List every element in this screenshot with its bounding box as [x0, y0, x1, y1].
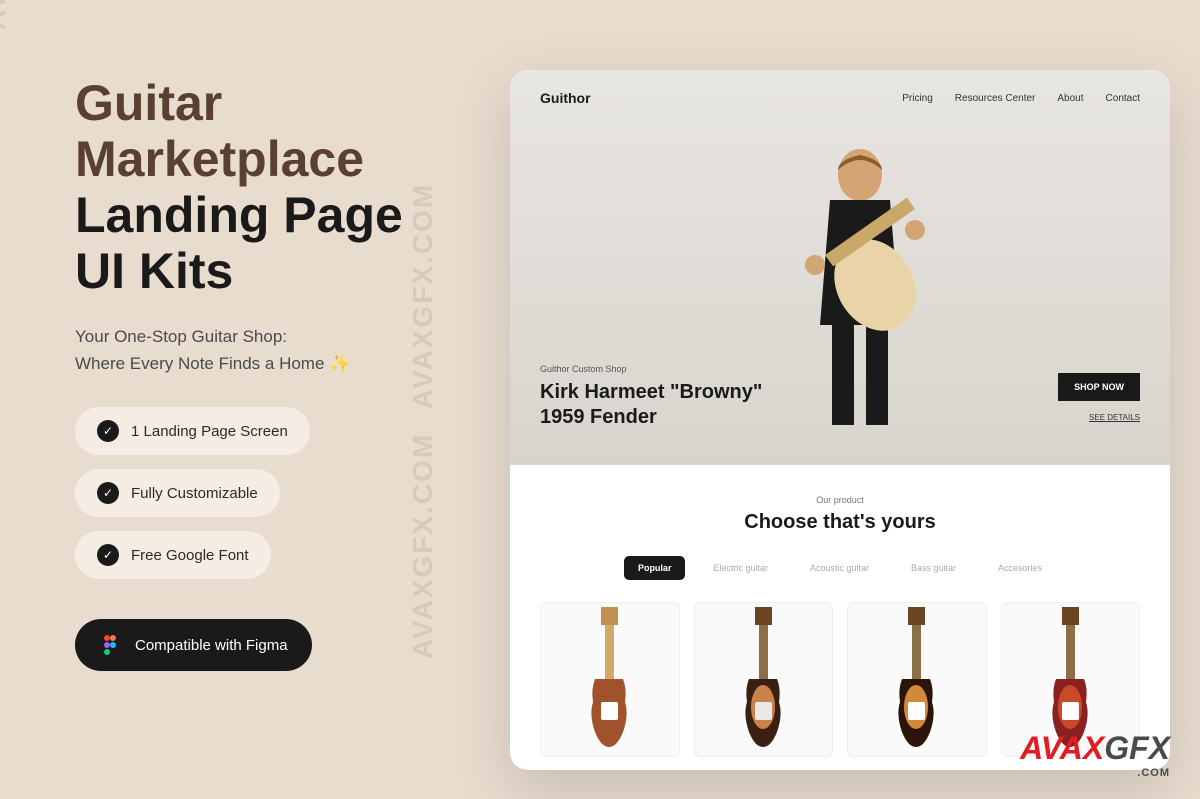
tab-accessories[interactable]: Accesories: [984, 556, 1056, 580]
check-icon: ✓: [97, 482, 119, 504]
nav-link-resources[interactable]: Resources Center: [955, 93, 1036, 104]
hero-cta: SHOP NOW SEE DETAILS: [1058, 373, 1140, 425]
nav-link-contact[interactable]: Contact: [1106, 93, 1140, 104]
hero-section: Guithor Pricing Resources Center About C…: [510, 70, 1170, 465]
main-title: Guitar Marketplace Landing Page UI Kits: [75, 75, 455, 299]
logo[interactable]: Guithor: [540, 90, 591, 106]
feature-pill: ✓ Free Google Font: [75, 531, 271, 579]
template-preview: Guithor Pricing Resources Center About C…: [510, 70, 1170, 770]
feature-label: Free Google Font: [131, 547, 249, 564]
title-word-2: Marketplace: [75, 131, 364, 187]
see-details-link[interactable]: SEE DETAILS: [1089, 413, 1140, 422]
brand-watermark: AVAXGFX .COM: [1020, 730, 1170, 779]
figma-badge: Compatible with Figma: [75, 619, 312, 671]
feature-label: Fully Customizable: [131, 485, 258, 502]
guitar-icon: [587, 607, 632, 752]
hero-text: Guithor Custom Shop Kirk Harmeet "Browny…: [540, 364, 762, 430]
check-icon: ✓: [97, 420, 119, 442]
promo-panel: Guitar Marketplace Landing Page UI Kits …: [75, 75, 455, 671]
title-word-3: Landing Page: [75, 187, 403, 243]
feature-pill: ✓ 1 Landing Page Screen: [75, 407, 310, 455]
nav-bar: Guithor Pricing Resources Center About C…: [510, 90, 1170, 106]
tab-electric[interactable]: Electric guitar: [699, 556, 782, 580]
figma-icon: [99, 633, 123, 657]
watermark: AVAXGFX.COM: [0, 0, 12, 30]
hero-title: Kirk Harmeet "Browny" 1959 Fender: [540, 380, 762, 430]
products-eyebrow: Our product: [540, 495, 1140, 505]
hero-person-image: [760, 125, 960, 425]
product-tabs: Popular Electric guitar Acoustic guitar …: [540, 556, 1140, 580]
guitar-icon: [741, 607, 786, 752]
nav-link-pricing[interactable]: Pricing: [902, 93, 933, 104]
nav-link-about[interactable]: About: [1057, 93, 1083, 104]
brand-com: .COM: [1020, 767, 1170, 779]
tab-acoustic[interactable]: Acoustic guitar: [796, 556, 883, 580]
product-card[interactable]: [847, 602, 987, 757]
product-card[interactable]: [694, 602, 834, 757]
brand-red: AVAX: [1020, 730, 1104, 766]
guitar-icon: [894, 607, 939, 752]
title-word-1: Guitar: [75, 75, 222, 131]
hero-eyebrow: Guithor Custom Shop: [540, 364, 762, 374]
brand-gray: GFX: [1104, 730, 1170, 766]
tab-popular[interactable]: Popular: [624, 556, 686, 580]
products-title: Choose that's yours: [540, 511, 1140, 534]
title-word-4: UI Kits: [75, 243, 233, 299]
nav-links: Pricing Resources Center About Contact: [902, 93, 1140, 104]
feature-label: 1 Landing Page Screen: [131, 423, 288, 440]
product-card[interactable]: [540, 602, 680, 757]
feature-pill: ✓ Fully Customizable: [75, 469, 280, 517]
products-section: Our product Choose that's yours Popular …: [510, 465, 1170, 757]
check-icon: ✓: [97, 544, 119, 566]
shop-now-button[interactable]: SHOP NOW: [1058, 373, 1140, 401]
tab-bass[interactable]: Bass guitar: [897, 556, 970, 580]
subtitle: Your One-Stop Guitar Shop: Where Every N…: [75, 323, 455, 377]
figma-label: Compatible with Figma: [135, 637, 288, 654]
